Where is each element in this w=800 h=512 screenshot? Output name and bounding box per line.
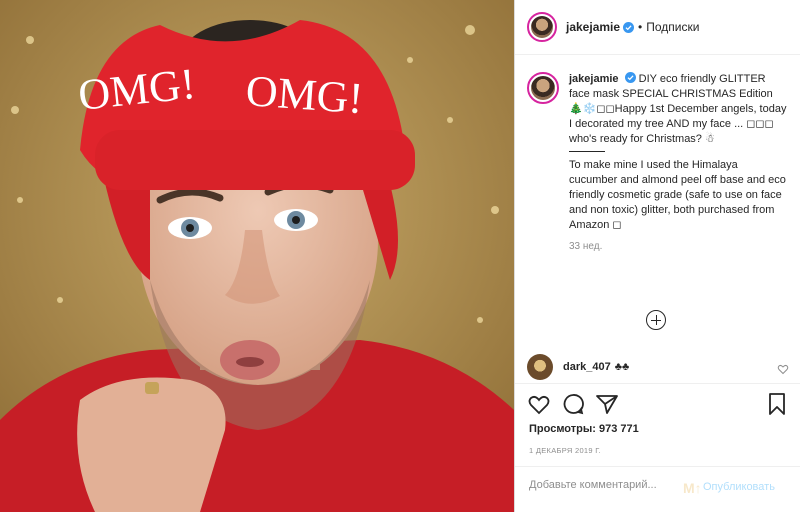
caption-text: jakejamie DIY eco friendly GLITTER face … bbox=[569, 72, 789, 147]
headband-text-right: OMG! bbox=[244, 66, 364, 123]
commenter-avatar[interactable] bbox=[527, 354, 553, 380]
comment-row: dark_407 ♣♣ bbox=[527, 354, 789, 380]
post-sidebar: jakejamie • Подписки jakejamie DIY eco f… bbox=[514, 0, 800, 512]
view-count[interactable]: Просмотры: 973 771 bbox=[529, 423, 639, 435]
verified-icon bbox=[624, 72, 636, 83]
watermark: M↑ bbox=[683, 480, 702, 496]
comment-input[interactable] bbox=[529, 479, 704, 491]
post-date: 1 ДЕКАБРЯ 2019 Г. bbox=[529, 446, 602, 455]
avatar[interactable] bbox=[527, 12, 557, 42]
caption-divider bbox=[569, 151, 605, 152]
caption-avatar[interactable] bbox=[527, 72, 559, 104]
post-username[interactable]: jakejamie bbox=[566, 20, 620, 34]
caption: jakejamie DIY eco friendly GLITTER face … bbox=[527, 72, 789, 254]
following-button[interactable]: Подписки bbox=[646, 20, 699, 34]
heart-icon[interactable] bbox=[527, 392, 551, 416]
comment-icon[interactable] bbox=[561, 392, 585, 416]
publish-button[interactable]: Опубликовать bbox=[703, 481, 775, 493]
caption-age: 33 нед. bbox=[569, 241, 603, 252]
action-bar bbox=[527, 392, 789, 418]
bookmark-icon[interactable] bbox=[765, 392, 789, 416]
caption-username[interactable]: jakejamie bbox=[569, 73, 619, 85]
post-image: OMG! OMG! bbox=[0, 0, 514, 512]
verified-icon bbox=[623, 21, 635, 33]
caption-line-2: To make mine I used the Himalaya cucumbe… bbox=[569, 159, 786, 231]
share-icon[interactable] bbox=[595, 392, 619, 416]
divider bbox=[515, 383, 800, 384]
load-more-comments-add-icon[interactable] bbox=[646, 310, 666, 330]
add-comment-box: M↑ Опубликовать bbox=[515, 466, 800, 512]
post-header: jakejamie • Подписки bbox=[515, 0, 800, 55]
comment-like-heart-icon[interactable] bbox=[777, 363, 789, 375]
post-media[interactable]: OMG! OMG! bbox=[0, 0, 514, 512]
comment-text: ♣♣ bbox=[614, 361, 630, 373]
separator-dot: • bbox=[638, 20, 643, 34]
comment-username[interactable]: dark_407 bbox=[563, 361, 611, 373]
